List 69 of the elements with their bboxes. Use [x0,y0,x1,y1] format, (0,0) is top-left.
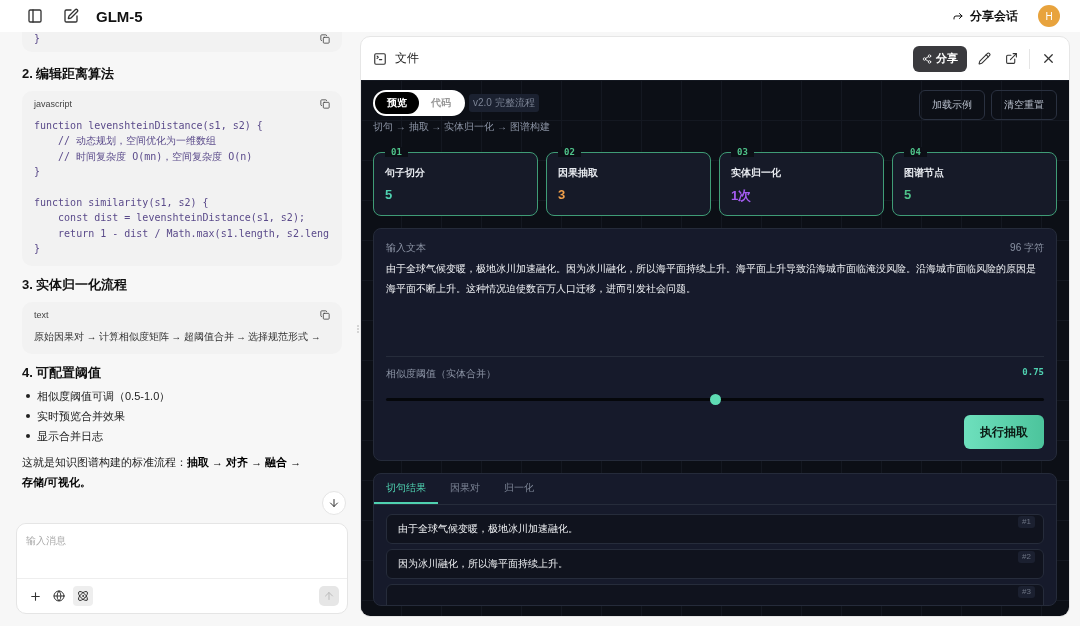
bullet-item: 显示合并日志 [37,428,103,444]
step-number: 02 [558,147,581,157]
stat-label: 实体归一化 [731,167,782,180]
step-number: 03 [731,147,754,157]
share-arrow-icon [952,10,964,22]
code-line: function similarity(s1, s2) { [34,195,210,209]
share-chat-button[interactable]: 分享会话 [952,7,1018,25]
paragraph: 这就是知识图谱构建的标准流程：抽取 → 对齐 → 融合 → 存储/可视化。 [22,454,303,490]
char-count: 96 字符 [1010,241,1044,255]
bullet-icon [26,414,30,418]
arrow-up-icon [323,590,335,602]
stat-value: 5 [904,187,913,202]
result-tab[interactable]: 因果对 [438,474,492,504]
code-line: const dist = levenshteinDistance(s1, s2); [57,211,306,225]
input-text[interactable]: 由于全球气候变暖，极地冰川加速融化。因为冰川融化，所以海平面持续上升。海平面上升导致沿海城市面临淹没风险。沿海城市面临风险的原因是海平面不断上升。这种情况迫使数百万人口迁移，进而引发社会问题。 [386,259,1044,357]
stat-value: 3 [558,187,567,202]
message-field[interactable]: 输入消息 [16,523,348,614]
share-button[interactable]: 分享 [913,45,967,72]
slider-label: 相似度阈值（实体合并） [386,367,496,381]
code-line: } [34,32,41,46]
input-label: 输入文本 [386,241,426,255]
scroll-down-button[interactable] [322,491,346,515]
section-heading: 2. 编辑距离算法 [22,64,116,83]
slider-thumb[interactable] [710,394,721,405]
stat-value: 5 [385,187,394,202]
code-line: return 1 - dist / Math.max(s1.length, s2.leng [57,226,330,240]
app-title: GLM-5 [96,7,143,25]
code-line: } [34,242,42,256]
pipeline-subtitle: 切句 → 抽取 → 实体归一化 → 图谱构建 [373,120,550,134]
code-line: // 动态规划，空间优化为一维数组 [57,134,218,148]
stat-label: 图谱节点 [904,167,945,180]
code-language: javascript [34,98,72,109]
sentence-index: #3 [1018,586,1035,598]
code-line: } [34,165,42,179]
step-number: 04 [904,147,927,157]
bullet-item: 实时预览合并效果 [37,408,125,424]
section-heading: 3. 实体归一化流程 [22,275,129,294]
stat-label: 句子切分 [385,167,426,180]
action-button[interactable]: 加载示例 [919,90,985,120]
run-button[interactable]: 执行抽取 [964,415,1044,449]
code-line: // 时间复杂度 O(mn)，空间复杂度 O(n) [57,149,254,163]
sentence-index: #2 [1018,551,1035,563]
code-line: 原始因果对 → 计算相似度矩阵 → 超阈值合并 → 选择规范形式 → [34,329,321,344]
terminal-icon [373,51,387,66]
share-icon [922,53,932,64]
view-tab[interactable]: 预览 [375,92,419,114]
action-button[interactable]: 清空重置 [991,90,1057,120]
sentence-text: 因为冰川融化，所以海平面持续上升。 [398,557,568,571]
result-tab[interactable]: 切句结果 [374,474,438,504]
step-number: 01 [385,147,408,157]
panel-title: 文件 [395,50,419,67]
atom-icon[interactable] [73,586,93,606]
sentence-index: #1 [1018,516,1035,528]
sentence-text: 由于全球气候变暖，极地冰川加速融化。 [398,522,578,536]
slider-value: 0.75 [1022,367,1044,377]
code-line: function levenshteinDistance(s1, s2) { [34,118,264,132]
stat-value: 1次 [731,187,753,205]
section-heading: 4. 可配置阈值 [22,363,103,382]
version-badge: v2.0 完整流程 [469,94,539,112]
stat-label: 因果抽取 [558,167,599,180]
copy-button[interactable] [320,309,330,320]
bullet-icon [26,434,30,438]
bullet-icon [26,394,30,398]
code-language: text [34,309,49,320]
arrow-down-icon [328,497,340,509]
copy-button[interactable] [320,33,330,44]
bullet-item: 相似度阈值可调（0.5-1.0） [37,388,171,404]
copy-button[interactable] [320,98,330,109]
edit-icon[interactable] [975,49,994,68]
